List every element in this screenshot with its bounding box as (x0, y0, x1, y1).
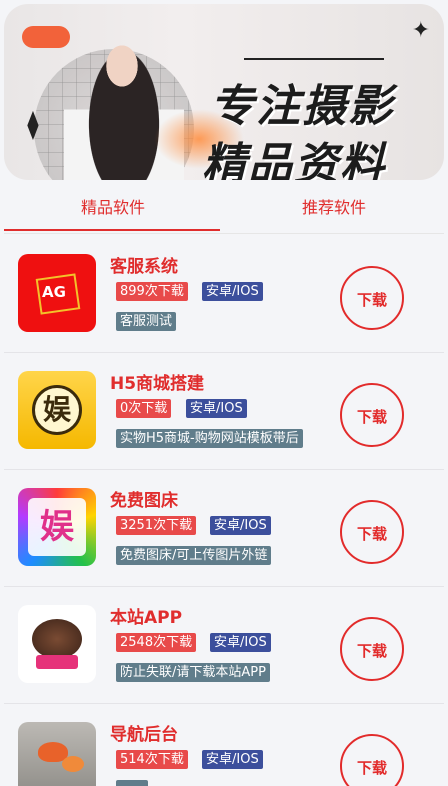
download-count-badge: 3251次下载 (116, 516, 197, 535)
platform-badge: 安卓/IOS (202, 750, 263, 769)
sparkle-icon: ✦ (411, 18, 430, 43)
platform-badge: 安卓/IOS (186, 399, 247, 418)
download-count-badge: 899次下载 (116, 282, 188, 301)
platform-badge: 安卓/IOS (210, 516, 271, 535)
description-badge: 实物H5商城-购物网站模板带后 (116, 429, 303, 448)
yu-coin-icon: 娱 (18, 371, 96, 449)
download-button[interactable]: 下载 (340, 500, 404, 564)
platform-badge: 安卓/IOS (210, 633, 271, 652)
spike-icon: ♦ (24, 102, 42, 150)
software-list: AG 客服系统 899次下载 安卓/IOS 客服测试 下载 娱 H5商城搭建 0… (4, 236, 444, 786)
roulette-icon (18, 605, 96, 683)
banner-title-line1: 专注摄影 (210, 81, 394, 132)
colorful-yu-icon: 娱 (18, 488, 96, 566)
download-button[interactable]: 下载 (340, 266, 404, 330)
orange-pill-decoration (22, 26, 70, 48)
list-item[interactable]: 本站APP 2548次下载 安卓/IOS 防止失联/请下载本站APP 下载 (4, 587, 444, 704)
download-count-badge: 0次下载 (116, 399, 172, 418)
tab-recommended-software[interactable]: 推荐软件 (224, 184, 444, 232)
list-item[interactable]: AG 客服系统 899次下载 安卓/IOS 客服测试 下载 (4, 236, 444, 353)
list-item[interactable]: 娱 H5商城搭建 0次下载 安卓/IOS 实物H5商城-购物网站模板带后 下载 (4, 353, 444, 470)
description-badge: 防止失联/请下载本站APP (116, 663, 270, 682)
tab-premium-software[interactable]: 精品软件 (4, 184, 222, 232)
download-button[interactable]: 下载 (340, 617, 404, 681)
item-name: 客服系统 (110, 257, 178, 277)
item-name: 导航后台 (110, 725, 178, 745)
list-item[interactable]: 导航后台 514次下载 安卓/IOS 下载 (4, 704, 444, 786)
description-badge: 客服测试 (116, 312, 177, 331)
banner-title-line2: 精品资料 (202, 139, 386, 180)
item-name: 本站APP (110, 608, 183, 628)
platform-badge: 安卓/IOS (202, 282, 263, 301)
tulip-icon (18, 722, 96, 786)
active-tab-indicator (4, 229, 220, 231)
divider (4, 233, 444, 234)
download-count-badge: 514次下载 (116, 750, 188, 769)
item-name: 免费图床 (110, 491, 178, 511)
list-item[interactable]: 娱 免费图床 3251次下载 安卓/IOS 免费图床/可上传图片外链 下载 (4, 470, 444, 587)
download-button[interactable]: 下载 (340, 383, 404, 447)
description-badge: 免费图床/可上传图片外链 (116, 546, 272, 565)
decor-line (244, 58, 384, 60)
download-button[interactable]: 下载 (340, 734, 404, 786)
promo-banner[interactable]: ✦ ♦ 专注摄影 精品资料 (4, 4, 444, 180)
download-count-badge: 2548次下载 (116, 633, 197, 652)
description-badge (116, 780, 148, 786)
ag-icon: AG (18, 254, 96, 332)
tab-bar: 精品软件 推荐软件 (4, 184, 444, 232)
item-name: H5商城搭建 (110, 374, 205, 394)
